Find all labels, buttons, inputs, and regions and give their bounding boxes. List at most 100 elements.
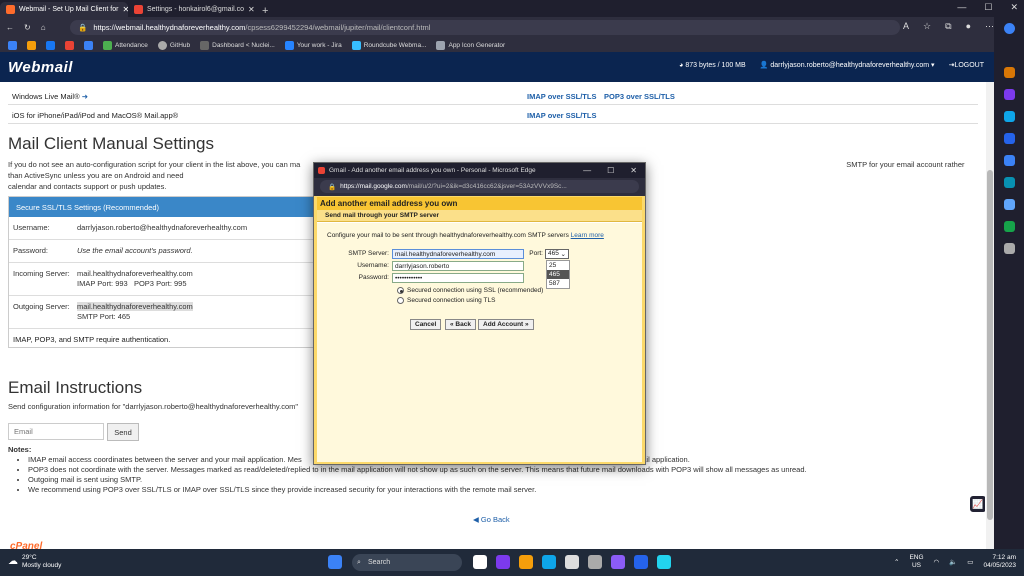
account-menu[interactable]: 👤 darrlyjason.roberto@healthydnaforeverh… xyxy=(760,61,935,69)
battery-icon[interactable]: ▭ xyxy=(967,558,973,566)
bookmark-attendance[interactable]: Attendance xyxy=(103,40,148,50)
jira-icon xyxy=(284,40,294,50)
scrollbar-thumb[interactable] xyxy=(987,170,993,520)
back-icon[interactable]: ← xyxy=(6,23,14,32)
back-button[interactable]: « Back xyxy=(445,319,476,330)
imap-ssl-link[interactable]: IMAP over SSL/TLS xyxy=(527,92,604,101)
maximize-icon[interactable]: ☐ xyxy=(607,166,614,175)
clock[interactable]: 7:12 am 04/05/2023 xyxy=(983,554,1016,570)
lock-icon: 🔒 xyxy=(78,23,88,32)
outlook-icon[interactable] xyxy=(1003,155,1015,166)
port-option[interactable]: 465 xyxy=(547,270,569,279)
note-item: We recommend using POP3 over SSL/TLS or … xyxy=(28,485,968,495)
tls-radio-option[interactable]: Secured connection using TLS xyxy=(397,297,495,304)
cancel-button[interactable]: Cancel xyxy=(410,319,442,330)
telegram-icon[interactable] xyxy=(1003,199,1015,210)
tab-webmail[interactable]: Webmail - Set Up Mail Client for ✕ xyxy=(0,2,128,17)
port-dropdown[interactable]: 25 465 587 xyxy=(546,260,570,289)
address-bar-row: ← ↻ ⌂ 🔒 https://webmail.healthydnaforeve… xyxy=(0,17,1024,38)
port-option[interactable]: 587 xyxy=(547,279,569,288)
windows-taskbar: ☁ 29°C Mostly cloudy ⌕ Search ⌃ ENG US ◠ 🔈 … xyxy=(0,549,1024,576)
file-explorer-icon[interactable] xyxy=(519,555,533,569)
favorite-star-icon[interactable]: ☆ xyxy=(923,21,931,32)
volume-icon[interactable]: 🔈 xyxy=(949,558,957,566)
help-icon[interactable]: ➜ xyxy=(82,92,88,101)
learn-more-link[interactable]: Learn more xyxy=(571,232,604,239)
add-sidebar-app-icon[interactable] xyxy=(1003,243,1015,254)
cpanel-logo: cPanel xyxy=(10,541,43,549)
new-tab-button[interactable]: + xyxy=(256,5,274,17)
home-icon[interactable]: ⌂ xyxy=(41,23,46,32)
go-back-link[interactable]: ◀ Go Back xyxy=(473,515,510,524)
teams-icon[interactable] xyxy=(496,555,510,569)
incoming-server-row: Incoming Server: mail.healthydnaforeverh… xyxy=(9,263,327,296)
maximize-icon[interactable]: ☐ xyxy=(984,2,992,13)
gmail-bookmark-icon[interactable] xyxy=(65,40,74,50)
store-icon[interactable] xyxy=(565,555,579,569)
close-icon[interactable]: ✕ xyxy=(1010,2,1018,13)
bookmark-jira[interactable]: Your work - Jira xyxy=(284,40,342,50)
messenger-icon[interactable] xyxy=(611,555,625,569)
bing-icon[interactable] xyxy=(1003,23,1015,34)
drop-icon[interactable] xyxy=(1003,177,1015,188)
imap-ssl-link[interactable]: IMAP over SSL/TLS xyxy=(527,111,596,120)
task-view-icon[interactable] xyxy=(473,555,487,569)
close-tab-icon[interactable]: ✕ xyxy=(248,5,255,14)
shopping-tag-icon[interactable] xyxy=(1003,67,1015,78)
refresh-icon[interactable]: ↻ xyxy=(24,23,31,32)
bookmark-github[interactable]: GitHub xyxy=(157,40,190,50)
auth-note: IMAP, POP3, and SMTP require authenticat… xyxy=(13,335,171,344)
facebook-icon[interactable] xyxy=(46,40,55,50)
pop3-ssl-link[interactable]: POP3 over SSL/TLS xyxy=(604,92,675,101)
collections-icon[interactable]: ⧉ xyxy=(945,21,951,32)
bookmark-icon[interactable] xyxy=(27,40,36,50)
logout-button[interactable]: ⇥LOGOUT xyxy=(949,61,984,69)
ssl-radio-option[interactable]: Secured connection using SSL (recommende… xyxy=(397,287,543,294)
word-icon[interactable] xyxy=(634,555,648,569)
lock-icon: 🔒 xyxy=(328,183,337,191)
email-instructions-title: Email Instructions xyxy=(8,378,143,397)
stats-chart-icon[interactable]: 📈 xyxy=(970,496,985,512)
tab-gmail-settings[interactable]: Settings - honkairol6@gmail.co ✕ xyxy=(128,2,256,17)
bookmark-app-icon-generator[interactable]: App Icon Generator xyxy=(436,40,505,50)
app-icon[interactable] xyxy=(588,555,602,569)
port-select[interactable]: 465 ⌄ xyxy=(545,249,569,259)
notepad-icon[interactable] xyxy=(657,555,671,569)
radio-button[interactable] xyxy=(397,297,404,304)
weather-widget[interactable]: ☁ 29°C Mostly cloudy xyxy=(8,554,61,570)
bookmark-nuclei[interactable]: Dashboard < Nuclei... xyxy=(200,40,275,50)
office-icon[interactable] xyxy=(1003,133,1015,144)
minimize-icon[interactable]: — xyxy=(957,2,966,13)
quota-display: ◕ 873 bytes / 100 MB xyxy=(679,61,746,69)
taskbar-search[interactable]: ⌕ Search xyxy=(352,554,462,571)
url-field[interactable]: 🔒 https://webmail.healthydnaforeverhealt… xyxy=(70,20,900,35)
read-aloud-icon[interactable]: A xyxy=(903,21,909,32)
popup-url-field[interactable]: 🔒 https://mail.google.com/mail/u/2/?ui=2… xyxy=(320,180,639,193)
more-menu-icon[interactable]: ⋯ xyxy=(985,21,994,32)
games-icon[interactable] xyxy=(1003,111,1015,122)
close-icon[interactable]: ✕ xyxy=(630,166,637,175)
edge-icon[interactable] xyxy=(542,555,556,569)
bookmark-roundcube[interactable]: Roundcube Webma... xyxy=(351,40,426,50)
port-option[interactable]: 25 xyxy=(547,261,569,270)
spotify-icon[interactable] xyxy=(1003,221,1015,232)
note-item: POP3 does not coordinate with the server… xyxy=(28,465,968,475)
profile-avatar-icon[interactable]: ● xyxy=(966,21,971,32)
language-indicator[interactable]: ENG US xyxy=(909,554,923,570)
email-input[interactable] xyxy=(8,423,104,440)
add-account-button[interactable]: Add Account » xyxy=(478,319,534,330)
bookmark-icon[interactable] xyxy=(84,40,93,50)
send-button[interactable]: Send xyxy=(107,423,139,441)
minimize-icon[interactable]: — xyxy=(583,166,591,175)
windows-start-icon[interactable] xyxy=(328,555,342,569)
password-input[interactable] xyxy=(392,273,524,283)
popup-subheading: Send mail through your SMTP server xyxy=(317,210,642,222)
username-input[interactable] xyxy=(392,261,524,271)
tray-chevron-icon[interactable]: ⌃ xyxy=(894,558,899,566)
page-scrollbar[interactable] xyxy=(986,82,994,549)
bookmark-icon[interactable] xyxy=(8,40,17,50)
radio-button[interactable] xyxy=(397,287,404,294)
tools-icon[interactable] xyxy=(1003,89,1015,100)
wifi-icon[interactable]: ◠ xyxy=(934,558,940,566)
smtp-server-label: SMTP Server: xyxy=(348,250,389,257)
